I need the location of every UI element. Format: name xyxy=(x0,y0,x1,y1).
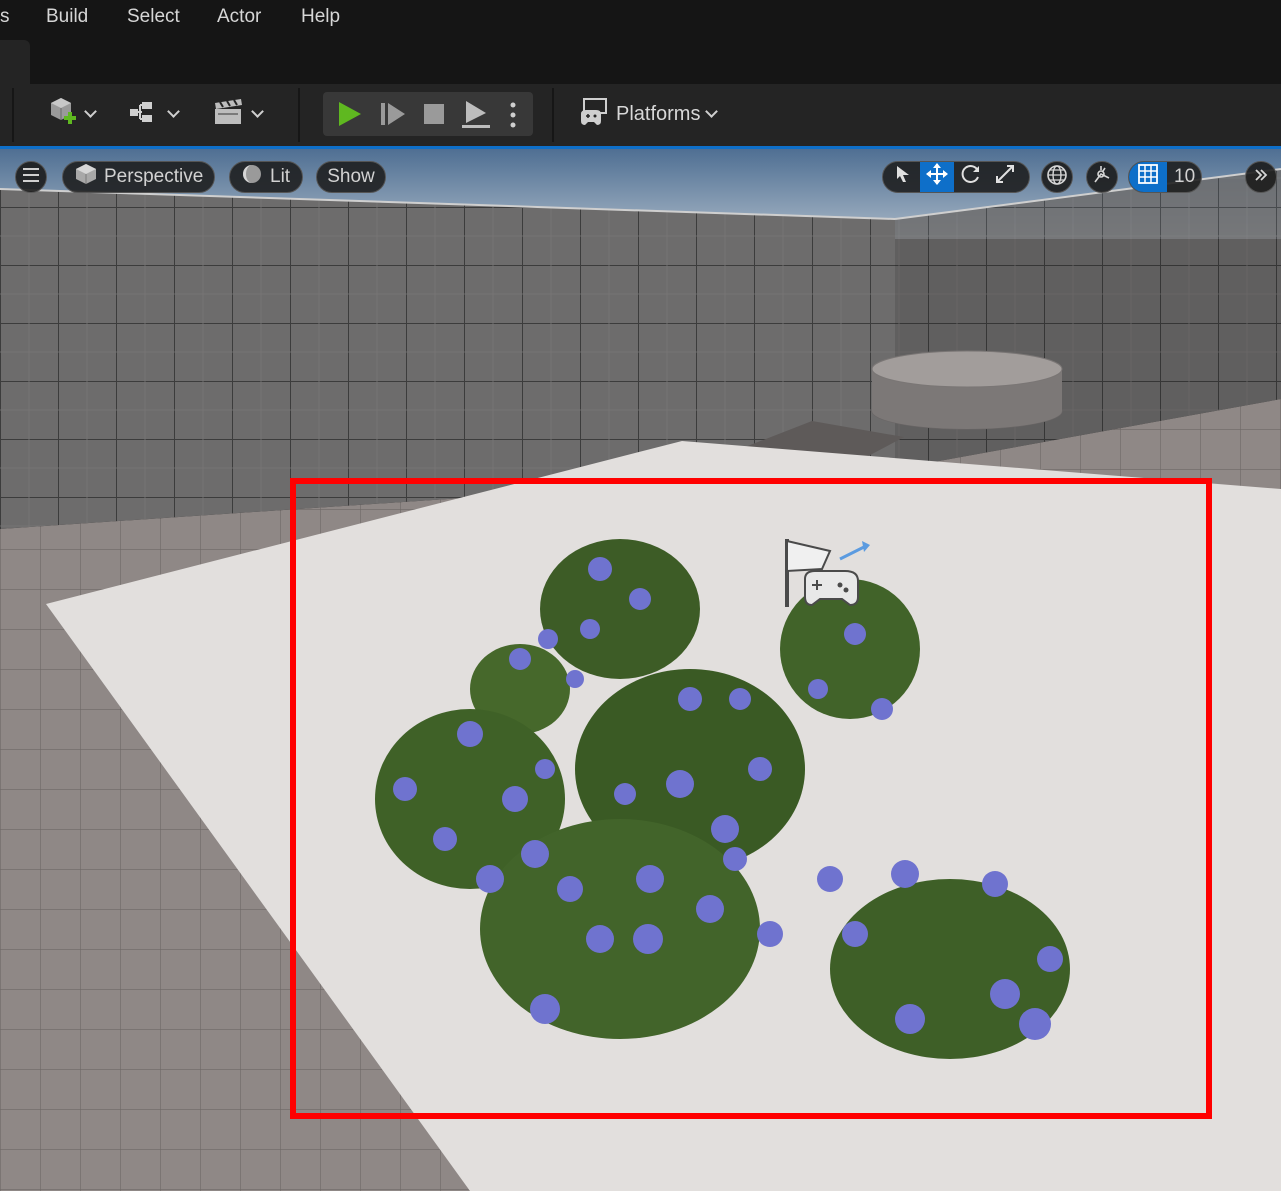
play-icon[interactable] xyxy=(335,100,363,133)
main-toolbar: Platforms xyxy=(0,84,1281,149)
lit-button[interactable]: Lit xyxy=(229,161,303,193)
viewport-more-button[interactable] xyxy=(1245,161,1277,193)
world-local-toggle[interactable] xyxy=(1041,161,1073,193)
show-button[interactable]: Show xyxy=(316,161,386,193)
grid-snap-toggle[interactable] xyxy=(1129,162,1167,192)
toolbar-separator xyxy=(12,88,14,142)
tab-strip xyxy=(0,36,1281,84)
toolbar-separator xyxy=(552,88,554,142)
advance-frame-icon[interactable] xyxy=(379,100,407,133)
chevron-down-icon xyxy=(167,105,180,118)
show-label: Show xyxy=(327,166,375,187)
menu-item-select[interactable]: Select xyxy=(127,6,180,28)
lit-label: Lit xyxy=(270,166,291,187)
translate-icon xyxy=(926,163,948,191)
rotate-icon xyxy=(960,163,982,191)
highlight-box xyxy=(290,478,1212,1119)
add-actor-icon xyxy=(47,96,79,133)
chevron-down-icon xyxy=(251,105,264,118)
platforms-label: Platforms xyxy=(616,102,701,125)
stop-icon[interactable] xyxy=(422,102,446,131)
chevron-down-icon xyxy=(84,105,97,118)
menu-bar: s Build Select Actor Help xyxy=(0,0,1281,36)
hamburger-icon xyxy=(23,167,39,187)
perspective-button[interactable]: Perspective xyxy=(62,161,215,193)
grid-snap-button[interactable]: 10 xyxy=(1128,161,1202,193)
surface-snapping-button[interactable] xyxy=(1086,161,1118,193)
add-actor-button[interactable] xyxy=(42,94,100,134)
rotate-tool-button[interactable] xyxy=(954,162,988,192)
transform-tools xyxy=(882,161,1030,193)
menu-item-tools[interactable]: s xyxy=(0,6,10,28)
eject-icon[interactable] xyxy=(460,99,492,134)
viewport-menu-button[interactable] xyxy=(15,161,47,193)
blueprint-button[interactable] xyxy=(124,94,182,134)
lit-icon xyxy=(241,163,263,191)
level-tab[interactable] xyxy=(0,40,30,84)
surface-snap-icon xyxy=(1091,164,1113,191)
scale-icon xyxy=(995,164,1015,190)
grid-snap-value[interactable]: 10 xyxy=(1174,166,1195,188)
more-options-icon[interactable] xyxy=(509,102,517,133)
scale-tool-button[interactable] xyxy=(988,162,1022,192)
chevron-down-icon xyxy=(705,105,719,118)
cube-icon xyxy=(75,163,97,191)
menu-item-build[interactable]: Build xyxy=(46,6,88,28)
translate-tool-button[interactable] xyxy=(920,162,954,192)
toolbar-separator xyxy=(298,88,300,142)
select-tool-button[interactable] xyxy=(886,162,920,192)
play-controls xyxy=(323,92,533,136)
menu-item-help[interactable]: Help xyxy=(301,6,340,28)
platforms-icon xyxy=(578,97,610,132)
platforms-button[interactable]: Platforms xyxy=(578,94,719,134)
grid-icon xyxy=(1138,164,1158,190)
select-icon xyxy=(895,165,911,189)
perspective-label: Perspective xyxy=(104,166,204,187)
chevron-double-right-icon xyxy=(1254,168,1268,187)
level-viewport[interactable]: Perspective Lit Show 10 xyxy=(0,149,1281,1191)
menu-item-actor[interactable]: Actor xyxy=(217,6,261,28)
globe-icon xyxy=(1046,164,1068,191)
cinematics-icon xyxy=(212,97,246,132)
cinematics-button[interactable] xyxy=(207,94,267,134)
blueprint-icon xyxy=(128,98,162,131)
